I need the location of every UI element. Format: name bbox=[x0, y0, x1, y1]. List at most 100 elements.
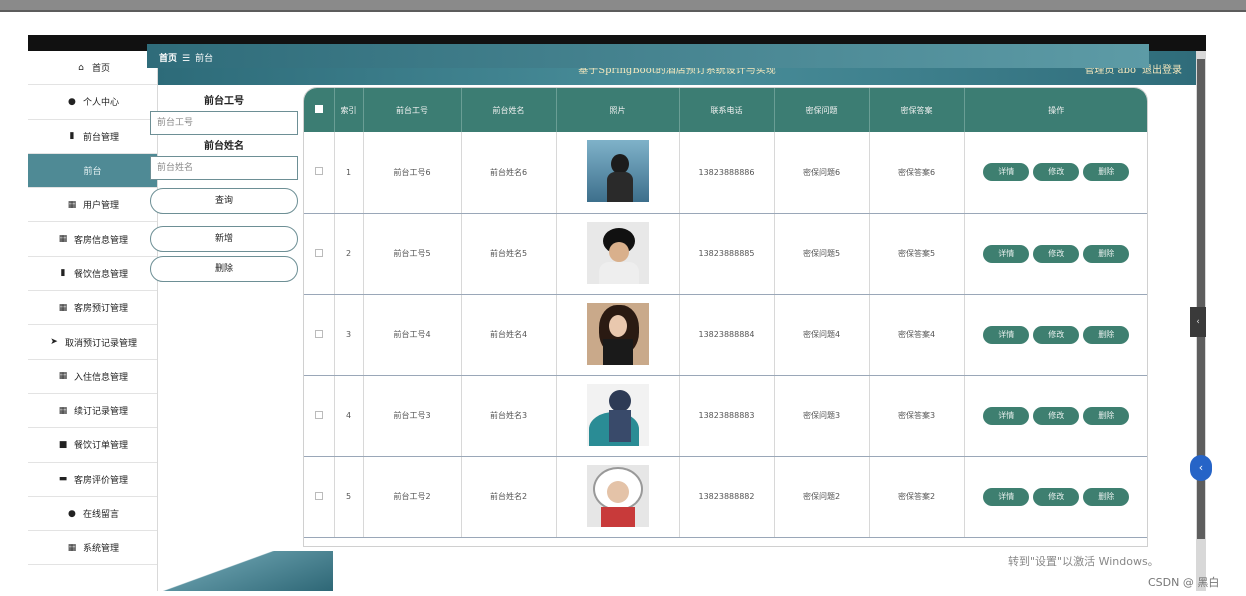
sidebar-item-dining[interactable]: ▮ 餐饮信息管理 bbox=[28, 257, 157, 292]
collapse-tab-icon[interactable]: ‹ bbox=[1190, 307, 1206, 337]
sidebar-item-booking[interactable]: ▦ 客房预订管理 bbox=[28, 291, 157, 326]
cell-index: 1 bbox=[334, 132, 364, 214]
cell-question: 密保问题3 bbox=[774, 375, 870, 457]
delete-button[interactable]: 删除 bbox=[1083, 163, 1130, 182]
col-actions: 操作 bbox=[964, 88, 1147, 132]
cell-index: 2 bbox=[334, 213, 364, 295]
pin-icon: ● bbox=[68, 508, 76, 519]
detail-button[interactable]: 详情 bbox=[983, 325, 1030, 344]
delete-button[interactable]: 删除 bbox=[1083, 406, 1130, 425]
edit-button[interactable]: 修改 bbox=[1033, 163, 1080, 182]
cell-phone: 13823888883 bbox=[679, 375, 775, 457]
cell-answer: 密保答案5 bbox=[869, 213, 965, 295]
sidebar-item-label: 入住信息管理 bbox=[73, 372, 128, 383]
box-icon: ■ bbox=[58, 439, 68, 450]
cell-phone: 13823888885 bbox=[679, 213, 775, 295]
sidebar-item-label: 首页 bbox=[91, 64, 110, 75]
cell-staff-no: 前台工号3 bbox=[363, 375, 462, 457]
delete-button[interactable]: 删除 bbox=[1083, 244, 1130, 263]
sidebar-item-label: 前台 bbox=[83, 167, 102, 178]
cell-index: 4 bbox=[334, 375, 364, 457]
row-checkbox[interactable] bbox=[314, 329, 323, 338]
detail-button[interactable]: 详情 bbox=[983, 406, 1030, 425]
row-checkbox[interactable] bbox=[314, 248, 323, 257]
grid-icon: ▦ bbox=[58, 405, 68, 416]
staff-photo bbox=[586, 464, 649, 527]
sidebar-item-messages[interactable]: ● 在线留言 bbox=[28, 497, 157, 532]
delete-button[interactable]: 删除 bbox=[1083, 325, 1130, 344]
windows-activation-watermark: 转到"设置"以激活 Windows。 bbox=[1008, 555, 1159, 568]
menu-icon: ☰ bbox=[182, 54, 191, 64]
home-icon: ⌂ bbox=[78, 62, 84, 73]
sidebar-item-label: 餐饮信息管理 bbox=[73, 269, 128, 280]
edit-button[interactable]: 修改 bbox=[1033, 487, 1080, 506]
col-question: 密保问题 bbox=[774, 88, 870, 132]
sidebar-item-renewal[interactable]: ▦ 续订记录管理 bbox=[28, 394, 157, 429]
chevron-left-icon[interactable]: ‹ bbox=[1190, 455, 1212, 481]
col-staff-name: 前台姓名 bbox=[461, 88, 557, 132]
sidebar-item-home[interactable]: ⌂ 首页 bbox=[28, 51, 157, 86]
grid-icon: ▦ bbox=[58, 234, 68, 245]
sidebar-item-label: 前台管理 bbox=[82, 132, 119, 143]
sidebar-item-frontdesk-mgmt[interactable]: ▮ 前台管理 bbox=[28, 120, 157, 154]
table-row: 3 前台工号4 前台姓名4 13823888884 密保问题4 密保答案4 详情… bbox=[304, 294, 1147, 376]
cell-question: 密保问题5 bbox=[774, 213, 870, 295]
sidebar-item-system[interactable]: ▦ 系统管理 bbox=[28, 531, 157, 566]
sidebar-item-profile[interactable]: ● 个人中心 bbox=[28, 85, 157, 120]
sidebar-item-label: 客房预订管理 bbox=[73, 304, 128, 315]
staff-name-input[interactable] bbox=[150, 156, 298, 180]
label-staff-name: 前台姓名 bbox=[204, 141, 244, 152]
person-icon: ● bbox=[68, 96, 76, 107]
cell-index: 5 bbox=[334, 456, 364, 538]
sidebar-item-users[interactable]: ▦ 用户管理 bbox=[28, 188, 157, 223]
staff-no-input[interactable] bbox=[150, 111, 298, 135]
table-row: 4 前台工号3 前台姓名3 13823888883 密保问题3 密保答案3 详情… bbox=[304, 375, 1147, 457]
row-checkbox[interactable] bbox=[314, 410, 323, 419]
edit-button[interactable]: 修改 bbox=[1033, 406, 1080, 425]
cell-staff-name: 前台姓名4 bbox=[461, 294, 557, 376]
col-index: 索引 bbox=[334, 88, 364, 132]
detail-button[interactable]: 详情 bbox=[983, 244, 1030, 263]
grid-icon: ▦ bbox=[67, 199, 77, 210]
sidebar-item-label: 餐饮订单管理 bbox=[73, 441, 128, 452]
table-row: 5 前台工号2 前台姓名2 13823888882 密保问题2 密保答案2 详情… bbox=[304, 456, 1147, 538]
query-button[interactable]: 查询 bbox=[150, 188, 298, 214]
cell-phone: 13823888884 bbox=[679, 294, 775, 376]
add-button[interactable]: 新增 bbox=[150, 226, 298, 252]
delete-button[interactable]: 删除 bbox=[1083, 487, 1130, 506]
sidebar-item-rooms[interactable]: ▦ 客房信息管理 bbox=[28, 222, 157, 257]
cell-answer: 密保答案4 bbox=[869, 294, 965, 376]
edit-button[interactable]: 修改 bbox=[1033, 244, 1080, 263]
decorative-wave bbox=[158, 551, 333, 591]
row-checkbox[interactable] bbox=[314, 167, 323, 176]
row-checkbox[interactable] bbox=[314, 491, 323, 500]
grid-icon: ▦ bbox=[58, 371, 68, 382]
sidebar-item-frontdesk[interactable]: 前台 bbox=[28, 153, 157, 189]
cell-staff-name: 前台姓名5 bbox=[461, 213, 557, 295]
cell-question: 密保问题6 bbox=[774, 132, 870, 214]
detail-button[interactable]: 详情 bbox=[983, 163, 1030, 182]
sidebar-item-reviews[interactable]: ▬ 客房评价管理 bbox=[28, 463, 157, 497]
grid-icon: ▦ bbox=[58, 302, 68, 313]
detail-button[interactable]: 详情 bbox=[983, 487, 1030, 506]
cell-index: 3 bbox=[334, 294, 364, 376]
edit-button[interactable]: 修改 bbox=[1033, 325, 1080, 344]
cell-answer: 密保答案6 bbox=[869, 132, 965, 214]
cell-staff-no: 前台工号2 bbox=[363, 456, 462, 538]
chart-icon: ▮ bbox=[60, 268, 66, 279]
sidebar-item-label: 在线留言 bbox=[82, 510, 119, 520]
sidebar-item-label: 取消预订记录管理 bbox=[64, 338, 137, 349]
sidebar-item-dining-orders[interactable]: ■ 餐饮订单管理 bbox=[28, 428, 157, 463]
cell-phone: 13823888882 bbox=[679, 456, 775, 538]
table-row: 2 前台工号5 前台姓名5 13823888885 密保问题5 密保答案5 详情… bbox=[304, 213, 1147, 295]
send-icon: ➤ bbox=[50, 337, 58, 348]
sidebar-item-checkin[interactable]: ▦ 入住信息管理 bbox=[28, 360, 157, 394]
select-all-checkbox[interactable] bbox=[314, 105, 323, 113]
cell-answer: 密保答案3 bbox=[869, 375, 965, 457]
breadcrumb-home[interactable]: 首页 bbox=[159, 54, 177, 64]
cell-phone: 13823888886 bbox=[679, 132, 775, 214]
sidebar-item-label: 客房信息管理 bbox=[73, 235, 128, 246]
delete-selected-button[interactable]: 删除 bbox=[150, 256, 298, 282]
sidebar-item-label: 用户管理 bbox=[82, 201, 119, 212]
sidebar-item-cancel-records[interactable]: ➤ 取消预订记录管理 bbox=[28, 325, 157, 360]
